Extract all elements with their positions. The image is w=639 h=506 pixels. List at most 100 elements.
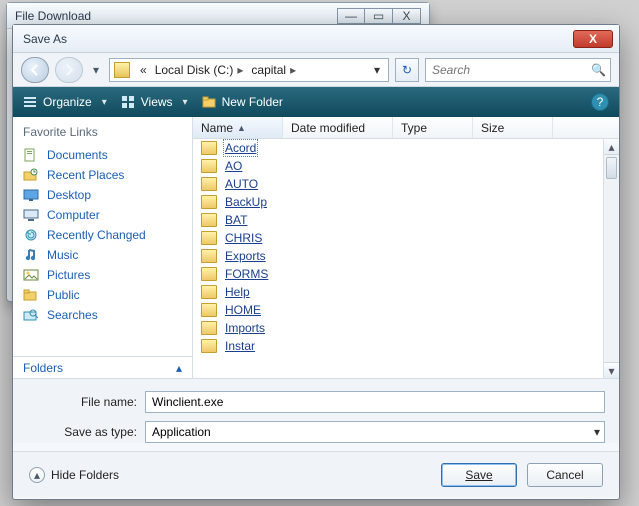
favorites-sidebar: Favorite Links DocumentsRecent PlacesDes… bbox=[13, 117, 193, 378]
minimize-icon: — bbox=[345, 9, 357, 23]
folder-row[interactable]: Help bbox=[193, 283, 619, 301]
computer-icon bbox=[23, 208, 39, 222]
sidebar-item-music[interactable]: Music bbox=[13, 245, 192, 265]
back-button[interactable] bbox=[21, 57, 49, 83]
organize-label: Organize bbox=[43, 95, 92, 109]
save-button[interactable]: Save bbox=[441, 463, 517, 487]
chevron-up-icon: ▴ bbox=[34, 468, 40, 482]
folder-name: HOME bbox=[225, 303, 261, 317]
breadcrumb-dropdown[interactable]: ▾ bbox=[370, 63, 384, 77]
folder-name: Exports bbox=[225, 249, 266, 263]
sidebar-item-label: Searches bbox=[47, 308, 98, 322]
sidebar-item-label: Music bbox=[47, 248, 78, 262]
organize-icon bbox=[23, 95, 37, 109]
new-folder-label: New Folder bbox=[222, 95, 283, 109]
new-folder-icon bbox=[202, 95, 216, 109]
minimize-button[interactable]: — bbox=[337, 8, 365, 24]
scroll-down-button[interactable]: ▾ bbox=[604, 362, 619, 378]
chevron-up-icon: ▴ bbox=[608, 140, 614, 154]
recent-icon bbox=[23, 168, 39, 182]
forward-arrow-icon bbox=[62, 63, 76, 77]
folder-row[interactable]: Exports bbox=[193, 247, 619, 265]
views-menu[interactable]: Views bbox=[121, 95, 188, 109]
folder-row[interactable]: HOME bbox=[193, 301, 619, 319]
folder-icon bbox=[201, 231, 217, 245]
filetype-row: Save as type: Application ▾ bbox=[27, 421, 605, 443]
refresh-button[interactable]: ↻ bbox=[395, 58, 419, 82]
folder-icon bbox=[201, 159, 217, 173]
organize-menu[interactable]: Organize bbox=[23, 95, 107, 109]
sidebar-item-recent-places[interactable]: Recent Places bbox=[13, 165, 192, 185]
search-box[interactable]: 🔍 bbox=[425, 58, 611, 82]
column-date-label: Date modified bbox=[291, 121, 365, 135]
views-icon bbox=[121, 95, 135, 109]
nav-row: ▾ « Local Disk (C:) capital ▾ ↻ 🔍 bbox=[13, 53, 619, 87]
breadcrumb-segment[interactable]: Local Disk (C:) bbox=[151, 63, 248, 77]
scroll-up-button[interactable]: ▴ bbox=[604, 139, 619, 155]
cancel-button[interactable]: Cancel bbox=[527, 463, 603, 487]
breadcrumb-segment[interactable]: capital bbox=[247, 63, 300, 77]
filetype-label: Save as type: bbox=[27, 425, 137, 439]
sidebar-item-searches[interactable]: Searches bbox=[13, 305, 192, 325]
folder-row[interactable]: Imports bbox=[193, 319, 619, 337]
chevron-down-icon: ▾ bbox=[374, 63, 380, 77]
breadcrumb[interactable]: « Local Disk (C:) capital ▾ bbox=[109, 58, 389, 82]
folder-icon bbox=[201, 141, 217, 155]
folder-name: Acord bbox=[225, 141, 256, 155]
sidebar-item-pictures[interactable]: Pictures bbox=[13, 265, 192, 285]
sidebar-item-label: Pictures bbox=[47, 268, 90, 282]
sidebar-item-recently-changed[interactable]: Recently Changed bbox=[13, 225, 192, 245]
folder-row[interactable]: BAT bbox=[193, 211, 619, 229]
folder-row[interactable]: BackUp bbox=[193, 193, 619, 211]
column-name[interactable]: Name ▲ bbox=[193, 117, 283, 138]
folder-row[interactable]: FORMS bbox=[193, 265, 619, 283]
column-type-label: Type bbox=[401, 121, 427, 135]
filename-input[interactable] bbox=[145, 391, 605, 413]
sidebar-item-documents[interactable]: Documents bbox=[13, 145, 192, 165]
help-button[interactable]: ? bbox=[591, 93, 609, 111]
close-button[interactable]: X bbox=[393, 8, 421, 24]
column-type[interactable]: Type bbox=[393, 117, 473, 138]
folder-row[interactable]: AUTO bbox=[193, 175, 619, 193]
folder-row[interactable]: Acord bbox=[193, 139, 619, 157]
sidebar-item-computer[interactable]: Computer bbox=[13, 205, 192, 225]
file-download-title: File Download bbox=[15, 9, 91, 23]
filetype-select[interactable]: Application ▾ bbox=[145, 421, 605, 443]
folders-toggle[interactable]: Folders ▴ bbox=[13, 356, 192, 378]
folder-name: Imports bbox=[225, 321, 265, 335]
new-folder-button[interactable]: New Folder bbox=[202, 95, 283, 109]
dialog-close-button[interactable]: X bbox=[573, 30, 613, 48]
close-icon: X bbox=[402, 9, 410, 23]
filetype-label-text: Save as type: bbox=[64, 425, 137, 439]
column-size[interactable]: Size bbox=[473, 117, 553, 138]
footer-buttons: Save Cancel bbox=[441, 463, 603, 487]
hide-folders-label: Hide Folders bbox=[51, 468, 119, 482]
folder-row[interactable]: AO bbox=[193, 157, 619, 175]
sidebar-item-desktop[interactable]: Desktop bbox=[13, 185, 192, 205]
save-form: File name: Save as type: Application ▾ bbox=[13, 379, 619, 443]
chevron-up-icon: ▴ bbox=[176, 361, 182, 375]
column-date[interactable]: Date modified bbox=[283, 117, 393, 138]
folder-icon bbox=[201, 321, 217, 335]
file-pane: Name ▲ Date modified Type Size Acord AOAU… bbox=[193, 117, 619, 378]
sidebar-item-public[interactable]: Public bbox=[13, 285, 192, 305]
maximize-button[interactable]: ▭ bbox=[365, 8, 393, 24]
folder-icon bbox=[201, 267, 217, 281]
dialog-titlebar[interactable]: Save As X bbox=[13, 25, 619, 53]
save-as-dialog: Save As X ▾ « Local Disk (C:) capital ▾ … bbox=[12, 24, 620, 500]
vertical-scrollbar[interactable]: ▴ ▾ bbox=[603, 139, 619, 378]
forward-button[interactable] bbox=[55, 57, 83, 83]
search-input[interactable] bbox=[432, 63, 604, 77]
scroll-thumb[interactable] bbox=[606, 157, 617, 179]
recently-changed-icon bbox=[23, 228, 39, 242]
folder-row[interactable]: Instar bbox=[193, 337, 619, 355]
folder-row[interactable]: CHRIS bbox=[193, 229, 619, 247]
folder-icon bbox=[201, 339, 217, 353]
filename-label-text: File name: bbox=[81, 395, 137, 409]
file-list[interactable]: Acord AOAUTOBackUpBAT CHRIS Exports FORMSHel… bbox=[193, 139, 619, 378]
hide-folders-toggle[interactable]: ▴ Hide Folders bbox=[29, 467, 119, 483]
nav-history-dropdown[interactable]: ▾ bbox=[89, 57, 103, 83]
folder-name: CHRIS bbox=[225, 231, 262, 245]
breadcrumb-prefix: « bbox=[136, 63, 151, 77]
refresh-icon: ↻ bbox=[402, 63, 412, 77]
